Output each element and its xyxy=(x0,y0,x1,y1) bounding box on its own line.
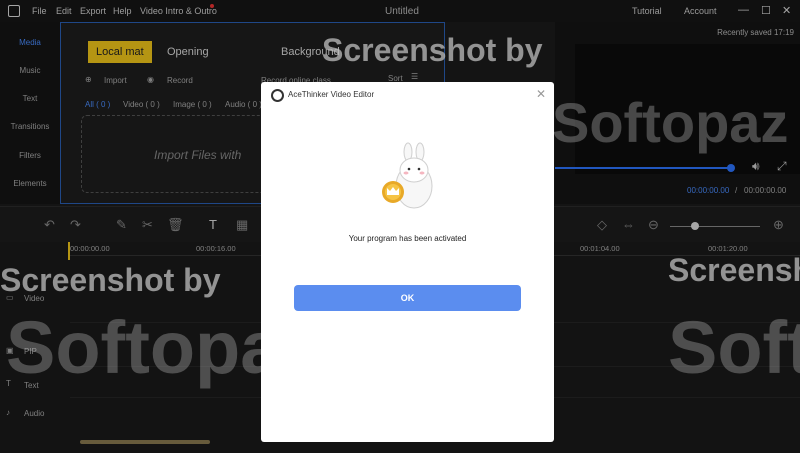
dialog-title: AceThinker Video Editor xyxy=(288,90,375,99)
activation-dialog: AceThinker Video Editor ✕ Your program h… xyxy=(261,82,554,442)
bunny-crown-icon xyxy=(382,142,433,209)
activation-message: Your program has been activated xyxy=(348,234,467,243)
app-logo-icon xyxy=(271,89,284,102)
close-icon[interactable]: ✕ xyxy=(536,87,546,101)
ok-button[interactable]: OK xyxy=(294,285,521,311)
